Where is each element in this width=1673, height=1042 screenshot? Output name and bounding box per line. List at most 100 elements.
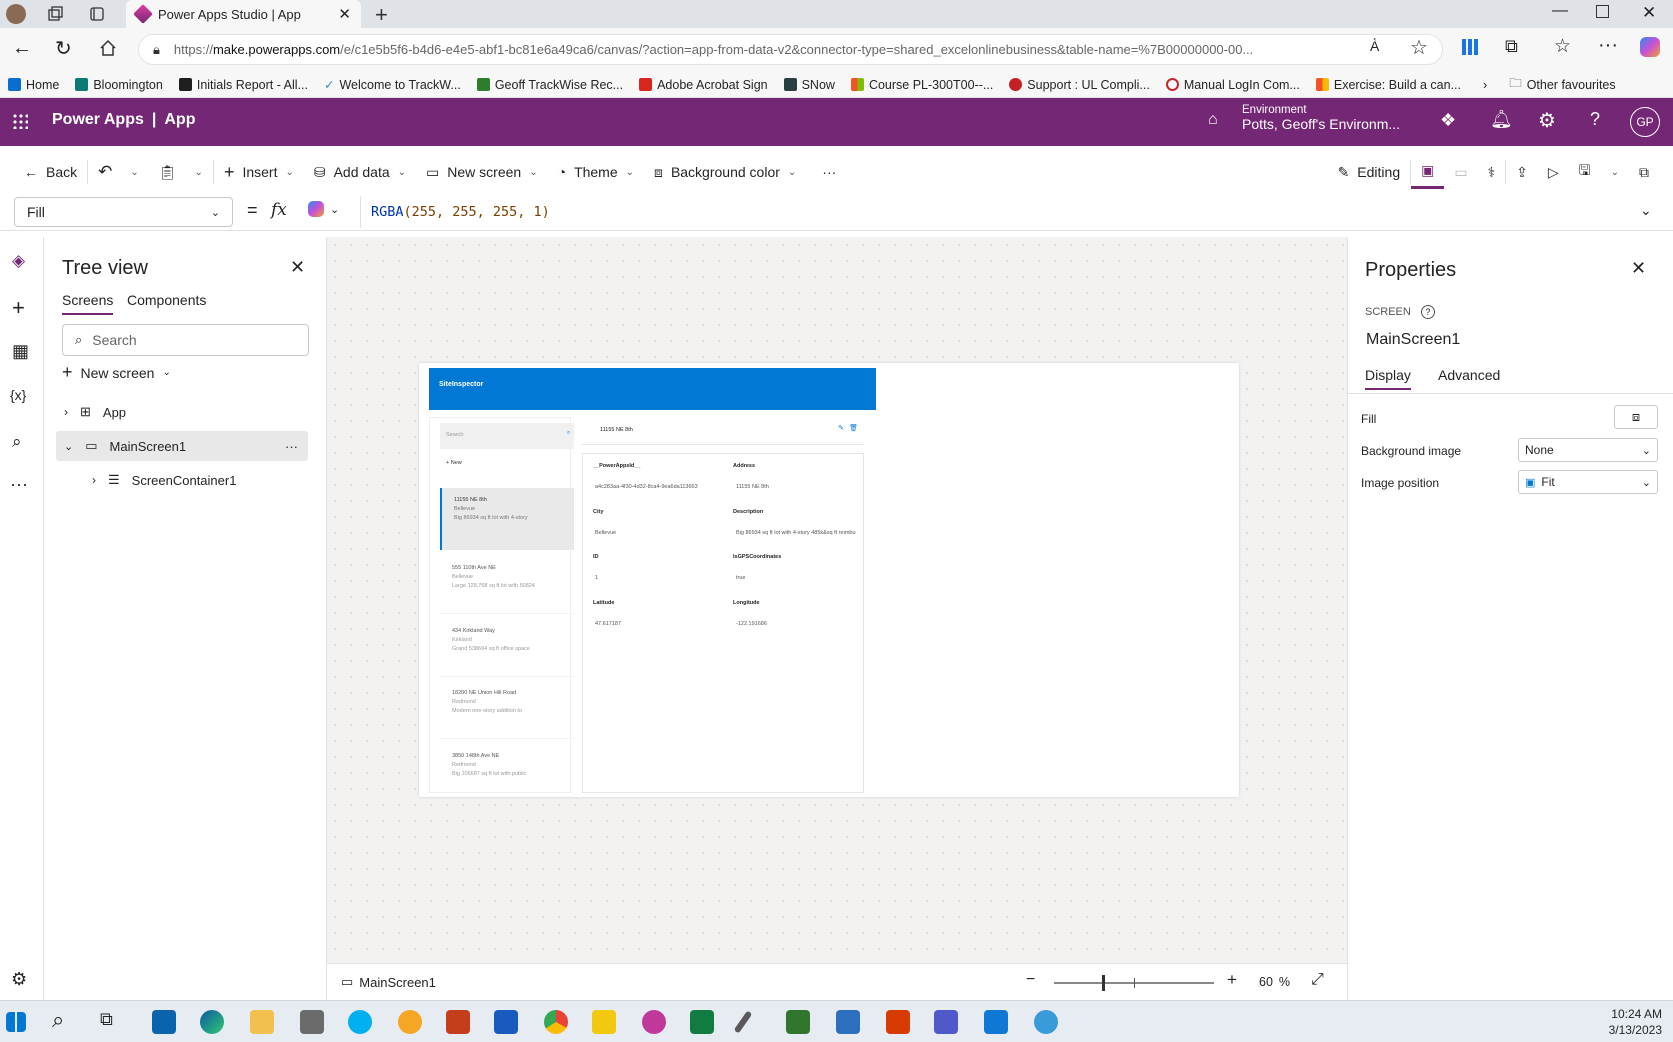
screen-selector[interactable]: ▭ MainScreen1 xyxy=(341,974,436,990)
new-tab-icon[interactable]: + xyxy=(375,2,388,28)
editing-mode-button[interactable]: ✎ Editing xyxy=(1328,164,1411,181)
expand-formula-chevron-icon[interactable]: ⌄ xyxy=(1640,202,1652,219)
paste-button[interactable]: 📋︎ ⌄ xyxy=(149,164,213,181)
property-dropdown[interactable]: Fill ⌄ xyxy=(14,197,233,227)
gallery-new-button[interactable]: + New xyxy=(446,460,462,466)
close-icon[interactable]: ✕ xyxy=(290,257,305,278)
tab-advanced[interactable]: Advanced xyxy=(1438,367,1500,383)
favorite-link[interactable]: Bloomington xyxy=(75,78,163,92)
read-aloud-icon[interactable]: A᷾ xyxy=(1370,38,1379,54)
workspaces-icon[interactable] xyxy=(46,5,64,23)
more-favorites-chevron-icon[interactable]: › xyxy=(1483,78,1487,92)
address-bar[interactable]: 🔒︎ https:// make.powerapps.com /e/c1e5b5… xyxy=(138,34,1443,65)
maps-icon[interactable] xyxy=(1034,1010,1058,1034)
outlook-new-icon[interactable] xyxy=(984,1010,1008,1034)
extensions-icon[interactable]: ⧉ xyxy=(1505,36,1518,57)
save-options-chevron-icon[interactable]: ⌄ xyxy=(1601,167,1629,178)
help-icon[interactable]: ? xyxy=(1590,109,1600,130)
fill-color-picker[interactable]: ⧈ xyxy=(1614,405,1658,429)
favorite-link[interactable]: Adobe Acrobat Sign xyxy=(639,78,768,92)
app-launcher-icon[interactable] xyxy=(12,113,28,129)
play-preview-icon[interactable]: ▷ xyxy=(1538,164,1569,181)
save-icon[interactable]: 🖫︎ xyxy=(1569,160,1601,184)
power-bi-icon[interactable] xyxy=(592,1010,616,1034)
new-screen-button[interactable]: ▭ New screen ⌄ xyxy=(416,164,548,181)
formula-input[interactable]: RGBA (255, 255, 255, 1) xyxy=(360,196,1628,228)
record-gallery[interactable]: Search ⌕ + New 11155 NE 8th Bellevue Big… xyxy=(429,417,574,794)
insert-plus-icon[interactable]: + xyxy=(12,295,25,321)
background-color-button[interactable]: ⧈ Background color ⌄ xyxy=(644,164,806,181)
publish-icon[interactable]: ⧉ xyxy=(1629,164,1659,181)
chrome-icon[interactable] xyxy=(544,1010,568,1034)
other-favorites-folder[interactable]: 🗀︎ Other favourites xyxy=(1509,74,1615,95)
favorite-link[interactable]: Geoff TrackWise Rec... xyxy=(476,78,623,92)
background-image-dropdown[interactable]: None ⌄ xyxy=(1518,438,1658,462)
gallery-search-box[interactable]: Search ⌕ xyxy=(440,423,574,449)
user-avatar[interactable]: GP xyxy=(1630,107,1660,137)
zoom-in-button[interactable]: + xyxy=(1227,970,1237,990)
home-icon[interactable] xyxy=(98,38,118,58)
tab-components[interactable]: Components xyxy=(127,292,206,308)
favorite-link[interactable]: Exercise: Build a can... xyxy=(1315,78,1461,92)
outlook-icon[interactable] xyxy=(152,1010,176,1034)
apps-grid-icon[interactable] xyxy=(1462,39,1478,55)
minimize-window-icon[interactable]: — xyxy=(1552,2,1568,20)
settings-gear-icon[interactable]: ⚙ xyxy=(11,969,27,990)
design-canvas[interactable]: SiteInspector Search ⌕ + New 11155 NE 8t… xyxy=(327,237,1347,963)
presentation-app-icon[interactable] xyxy=(886,1010,910,1034)
browser-tab-active[interactable]: Power Apps Studio | App ✕ xyxy=(126,0,361,28)
back-arrow-icon[interactable]: ← xyxy=(12,37,32,60)
tree-view-layers-icon[interactable]: ◈ xyxy=(12,251,25,271)
gallery-item[interactable]: 3850 148th Ave NE Redmond Big 106687 sq … xyxy=(440,746,574,794)
stethoscope-icon[interactable]: ⚕ xyxy=(1478,164,1506,181)
powerpoint-icon[interactable] xyxy=(446,1010,470,1034)
tab-screens[interactable]: Screens xyxy=(62,292,114,315)
copilot-header-icon[interactable]: ❖ xyxy=(1440,110,1456,131)
insert-button[interactable]: + Insert ⌄ xyxy=(214,162,304,183)
gallery-item[interactable]: 555 110th Ave NE Bellevue Large 128,768 … xyxy=(440,558,574,614)
excel-icon[interactable] xyxy=(690,1010,714,1034)
favorite-link[interactable]: Support : UL Compli... xyxy=(1009,78,1150,92)
close-tab-icon[interactable]: ✕ xyxy=(338,5,351,23)
data-table-icon[interactable]: ▦ xyxy=(12,341,29,362)
app-screen[interactable]: SiteInspector Search ⌕ + New 11155 NE 8t… xyxy=(419,363,1239,797)
teams-icon[interactable] xyxy=(934,1010,958,1034)
more-commands-button[interactable]: ··· xyxy=(812,164,846,180)
favorite-link[interactable]: Home xyxy=(8,78,59,92)
app-checker-tab[interactable]: ▣ xyxy=(1411,155,1445,189)
pen-tool-icon[interactable] xyxy=(733,1010,753,1034)
tree-item-mainscreen[interactable]: ⌄ ▭ MainScreen1 ··· xyxy=(56,431,308,461)
start-windows-icon[interactable] xyxy=(6,1012,26,1032)
copilot-formula-button[interactable]: ⌄ xyxy=(308,201,339,217)
settings-more-icon[interactable]: ··· xyxy=(1598,34,1618,57)
tree-item-app[interactable]: › ⊞ App xyxy=(56,397,308,427)
profile-avatar[interactable] xyxy=(6,4,26,24)
gallery-item[interactable]: 11155 NE 8th Bellevue Big 86934 sq ft lo… xyxy=(440,488,574,550)
edge-browser-icon[interactable] xyxy=(200,1010,224,1034)
system-clock[interactable]: 10:24 AM 3/13/2023 xyxy=(1592,1006,1662,1038)
new-screen-tree-button[interactable]: + New screen ⌄ xyxy=(62,362,171,383)
refresh-icon[interactable]: ↻ xyxy=(55,36,72,61)
more-rail-icon[interactable]: ··· xyxy=(10,474,28,495)
share-icon[interactable]: ⇪ xyxy=(1506,164,1538,181)
theme-button[interactable]: ◔ Theme ⌄ xyxy=(548,164,644,180)
search-icon[interactable]: ⌕ xyxy=(12,432,22,452)
task-view-icon[interactable]: ⧉ xyxy=(100,1009,113,1030)
calculator-icon[interactable] xyxy=(300,1010,324,1034)
notifications-bell-icon[interactable]: 🔔︎ xyxy=(1490,109,1513,130)
detail-header[interactable]: 11155 NE 8th ✎ 🗑︎ xyxy=(582,417,864,445)
restore-window-icon[interactable] xyxy=(1596,5,1609,18)
detail-form[interactable]: __PowerAppsId__ a4c283aa-4f30-4d32-8ca4-… xyxy=(582,453,864,793)
help-circle-icon[interactable]: ? xyxy=(1420,305,1435,319)
tab-display[interactable]: Display xyxy=(1365,367,1411,390)
edit-pencil-icon[interactable]: ✎ xyxy=(838,424,844,432)
settings-gear-icon[interactable]: ⚙ xyxy=(1538,108,1556,133)
favorite-link[interactable]: ✓ Welcome to TrackW... xyxy=(324,77,461,93)
more-options-icon[interactable]: ··· xyxy=(285,439,298,454)
favorite-star-icon[interactable]: ☆ xyxy=(1410,35,1428,60)
skype-icon[interactable] xyxy=(348,1010,372,1034)
zoom-value[interactable]: 60 % xyxy=(1259,975,1290,989)
favorite-link[interactable]: SNow xyxy=(783,78,835,92)
file-explorer-icon[interactable] xyxy=(250,1010,274,1034)
zoom-slider[interactable] xyxy=(1054,975,1214,991)
